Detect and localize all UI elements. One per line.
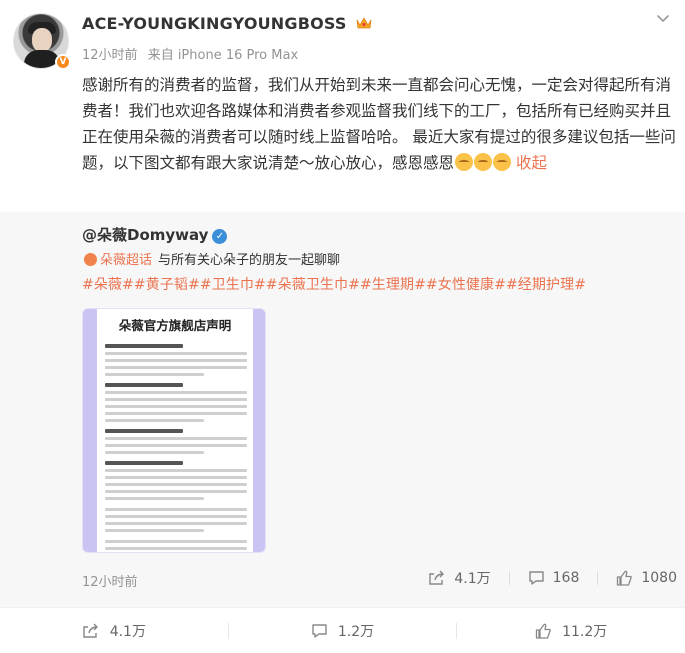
like-button[interactable]: 11.2万: [457, 608, 685, 653]
post-time[interactable]: 12小时前: [82, 48, 138, 63]
repost-author[interactable]: @朵薇Domyway ✓: [82, 224, 228, 245]
repost-share-button[interactable]: 4.1万: [428, 568, 491, 588]
chevron-down-icon[interactable]: [653, 8, 673, 28]
thumbs-up-icon: [617, 570, 633, 586]
supertopic-link[interactable]: 朵薇超话: [84, 253, 152, 268]
repost-author-name[interactable]: @朵薇Domyway: [82, 226, 208, 244]
supertopic-label[interactable]: 朵薇超话: [100, 253, 152, 268]
blush-emoji-icon: [493, 153, 512, 171]
statement-text-lines: [105, 337, 247, 552]
statement-image[interactable]: 朵薇官方旗舰店声明: [82, 308, 266, 553]
repost-share-count: 4.1万: [454, 571, 491, 587]
repost-comment-count: 168: [552, 570, 580, 586]
repost-like-button[interactable]: 1080: [616, 570, 677, 586]
blush-emoji-icon: [455, 153, 474, 171]
username[interactable]: ACE-YOUNGKINGYOUNGBOSS: [82, 14, 372, 33]
comment-button[interactable]: 1.2万: [229, 608, 457, 653]
username-text[interactable]: ACE-YOUNGKINGYOUNGBOSS: [82, 14, 347, 33]
crown-icon: [357, 17, 372, 29]
post-body: 感谢所有的消费者的监督，我们从开始到未来一直都会问心无愧，一定会对得起所有消费者…: [82, 76, 676, 172]
share-button[interactable]: 4.1万: [0, 608, 228, 653]
statement-title: 朵薇官方旗舰店声明: [118, 318, 232, 333]
verified-check-icon: ✓: [212, 229, 228, 244]
collapse-link[interactable]: 收起: [516, 154, 547, 172]
supertopic-line: 朵薇超话 与所有关心朵子的朋友一起聊聊: [84, 249, 340, 268]
comment-icon: [528, 571, 544, 585]
comment-count: 1.2万: [337, 623, 375, 640]
action-bar: 4.1万 1.2万 11.2万: [0, 607, 685, 653]
weibo-post: V ACE-YOUNGKINGYOUNGBOSS 12小时前 来自 iPhone…: [0, 0, 685, 653]
share-icon: [83, 623, 98, 638]
thumbs-up-icon: [535, 623, 551, 639]
post-text: 感谢所有的消费者的监督，我们从开始到未来一直都会问心无愧，一定会对得起所有消费者…: [82, 72, 678, 176]
repost-actions: 4.1万 168 1080: [410, 568, 677, 588]
hashtags[interactable]: #朵薇##黄子韬##卫生巾##朵薇卫生巾##生理期##女性健康##经期护理#: [82, 274, 586, 294]
repost-like-count: 1080: [641, 570, 677, 586]
post-source: 来自 iPhone 16 Pro Max: [147, 48, 299, 63]
like-count: 11.2万: [562, 623, 608, 640]
repost-card[interactable]: @朵薇Domyway ✓ 朵薇超话 与所有关心朵子的朋友一起聊聊 #朵薇##黄子韬#…: [0, 212, 685, 607]
post-meta: 12小时前 来自 iPhone 16 Pro Max: [82, 44, 298, 63]
supertopic-desc: 与所有关心朵子的朋友一起聊聊: [158, 253, 341, 268]
share-count: 4.1万: [109, 623, 146, 640]
share-icon: [429, 570, 445, 585]
comment-icon: [312, 623, 327, 638]
blush-emoji-icon: [474, 153, 493, 171]
repost-comment-button[interactable]: 168: [528, 570, 580, 586]
verified-badge-icon: V: [55, 54, 71, 70]
repost-time[interactable]: 12小时前: [82, 571, 138, 590]
supertopic-icon: [84, 253, 97, 266]
